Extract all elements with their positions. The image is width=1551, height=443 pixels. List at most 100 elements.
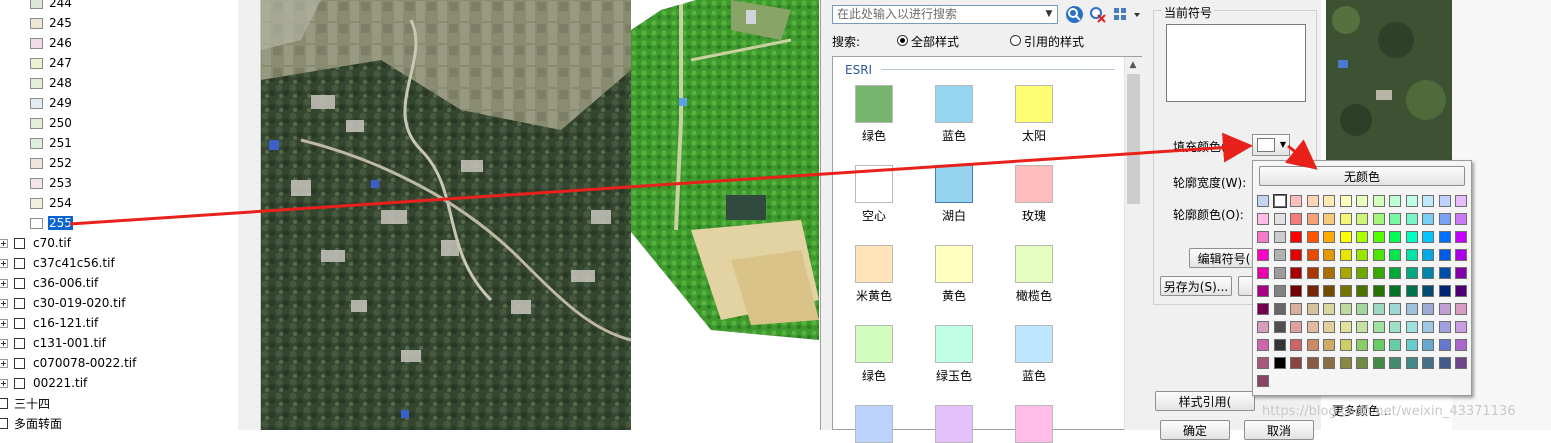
palette-color-cell[interactable] (1438, 231, 1451, 243)
palette-color-cell[interactable] (1273, 231, 1286, 243)
palette-color-cell[interactable] (1323, 357, 1335, 369)
palette-color-cell[interactable] (1389, 321, 1401, 333)
radio-referenced-styles[interactable] (1010, 35, 1021, 46)
palette-color-cell[interactable] (1372, 321, 1385, 333)
palette-color-cell[interactable] (1455, 267, 1467, 279)
palette-color-cell[interactable] (1306, 285, 1319, 297)
palette-color-cell[interactable] (1273, 339, 1286, 351)
symbol-swatch[interactable] (935, 85, 973, 123)
layer-visibility-checkbox[interactable] (14, 237, 25, 249)
palette-color-cell[interactable] (1257, 285, 1269, 297)
legend-color-swatch[interactable] (30, 217, 43, 229)
legend-class-item[interactable]: 255 (30, 214, 73, 232)
layer-visibility-checkbox[interactable] (14, 257, 25, 269)
palette-color-cell[interactable] (1273, 213, 1286, 225)
layer-visibility-checkbox[interactable] (14, 337, 25, 349)
cancel-button[interactable]: 取消 (1244, 420, 1314, 440)
palette-color-cell[interactable] (1339, 339, 1352, 351)
palette-color-cell[interactable] (1389, 357, 1401, 369)
palette-color-cell[interactable] (1323, 195, 1335, 207)
palette-color-cell[interactable] (1290, 231, 1302, 243)
palette-color-cell[interactable] (1438, 321, 1451, 333)
palette-color-cell[interactable] (1372, 231, 1385, 243)
palette-color-cell[interactable] (1438, 213, 1451, 225)
palette-color-cell[interactable] (1323, 339, 1335, 351)
symbol-swatch[interactable] (935, 405, 973, 443)
search-input[interactable]: 在此处输入以进行搜索 ▼ (832, 5, 1058, 24)
palette-color-cell[interactable] (1356, 267, 1368, 279)
palette-color-cell[interactable] (1257, 231, 1269, 243)
palette-color-cell[interactable] (1339, 357, 1352, 369)
palette-color-cell[interactable] (1257, 357, 1269, 369)
palette-color-cell[interactable] (1257, 321, 1269, 333)
palette-color-cell[interactable] (1405, 231, 1418, 243)
group-layer-item[interactable]: 多面转面 (0, 414, 62, 432)
palette-color-cell[interactable] (1455, 249, 1467, 261)
palette-color-cell[interactable] (1339, 321, 1352, 333)
palette-color-cell[interactable] (1273, 267, 1286, 279)
expand-icon[interactable] (0, 258, 8, 268)
layer-item[interactable]: c70.tif (0, 234, 71, 252)
palette-color-cell[interactable] (1405, 285, 1418, 297)
palette-color-cell[interactable] (1372, 195, 1385, 207)
palette-color-cell[interactable] (1389, 267, 1401, 279)
palette-color-cell[interactable] (1290, 339, 1302, 351)
palette-color-cell[interactable] (1455, 303, 1467, 315)
palette-color-cell[interactable] (1438, 357, 1451, 369)
search-icon[interactable] (1066, 6, 1083, 23)
palette-color-cell[interactable] (1306, 231, 1319, 243)
expand-icon[interactable] (0, 338, 8, 348)
symbol-swatch[interactable] (1015, 245, 1053, 283)
legend-color-swatch[interactable] (30, 77, 43, 89)
symbol-swatch[interactable] (1015, 405, 1053, 443)
palette-color-cell[interactable] (1257, 303, 1269, 315)
palette-color-cell[interactable] (1257, 249, 1269, 261)
save-as-button[interactable]: 另存为(S)... (1160, 276, 1232, 296)
palette-color-cell[interactable] (1422, 195, 1434, 207)
palette-color-cell[interactable] (1273, 303, 1286, 315)
palette-color-cell[interactable] (1356, 339, 1368, 351)
legend-class-item[interactable]: 244 (30, 0, 73, 12)
palette-color-cell[interactable] (1257, 267, 1269, 279)
palette-color-cell[interactable] (1438, 285, 1451, 297)
symbol-swatch[interactable] (1015, 325, 1053, 363)
group-visibility-checkbox[interactable] (0, 397, 8, 409)
palette-color-cell[interactable] (1438, 267, 1451, 279)
palette-color-cell[interactable] (1455, 339, 1467, 351)
palette-color-cell[interactable] (1306, 195, 1319, 207)
palette-color-cell[interactable] (1405, 339, 1418, 351)
palette-color-cell[interactable] (1323, 267, 1335, 279)
palette-color-cell[interactable] (1356, 303, 1368, 315)
gallery-scrollbar[interactable]: ▲ (1124, 57, 1142, 430)
layer-item[interactable]: c16-121.tif (0, 314, 98, 332)
palette-color-cell[interactable] (1455, 231, 1467, 243)
legend-class-item[interactable]: 247 (30, 54, 73, 72)
legend-class-item[interactable]: 250 (30, 114, 73, 132)
palette-color-cell[interactable] (1290, 267, 1302, 279)
layer-visibility-checkbox[interactable] (14, 357, 25, 369)
palette-color-cell[interactable] (1372, 285, 1385, 297)
legend-class-item[interactable]: 252 (30, 154, 73, 172)
radio-all-styles[interactable] (897, 35, 908, 46)
clear-search-icon[interactable] (1089, 6, 1106, 23)
legend-color-swatch[interactable] (30, 177, 43, 189)
edit-symbol-button[interactable]: 编辑符号( (1189, 248, 1259, 268)
map-view[interactable] (261, 0, 819, 430)
symbol-swatch[interactable] (855, 405, 893, 443)
expand-icon[interactable] (0, 238, 8, 248)
expand-icon[interactable] (0, 298, 8, 308)
palette-color-cell[interactable] (1272, 194, 1287, 208)
palette-color-cell[interactable] (1323, 303, 1335, 315)
layer-item[interactable]: c36-006.tif (0, 274, 98, 292)
expand-icon[interactable] (0, 358, 8, 368)
palette-color-cell[interactable] (1323, 249, 1335, 261)
palette-color-cell[interactable] (1372, 267, 1385, 279)
palette-color-cell[interactable] (1405, 267, 1418, 279)
group-layer-item[interactable]: 三十四 (0, 394, 50, 412)
palette-color-cell[interactable] (1438, 303, 1451, 315)
legend-color-swatch[interactable] (30, 97, 43, 109)
symbol-swatch[interactable] (855, 245, 893, 283)
palette-color-cell[interactable] (1323, 321, 1335, 333)
palette-color-cell[interactable] (1422, 285, 1434, 297)
palette-color-cell[interactable] (1389, 249, 1401, 261)
